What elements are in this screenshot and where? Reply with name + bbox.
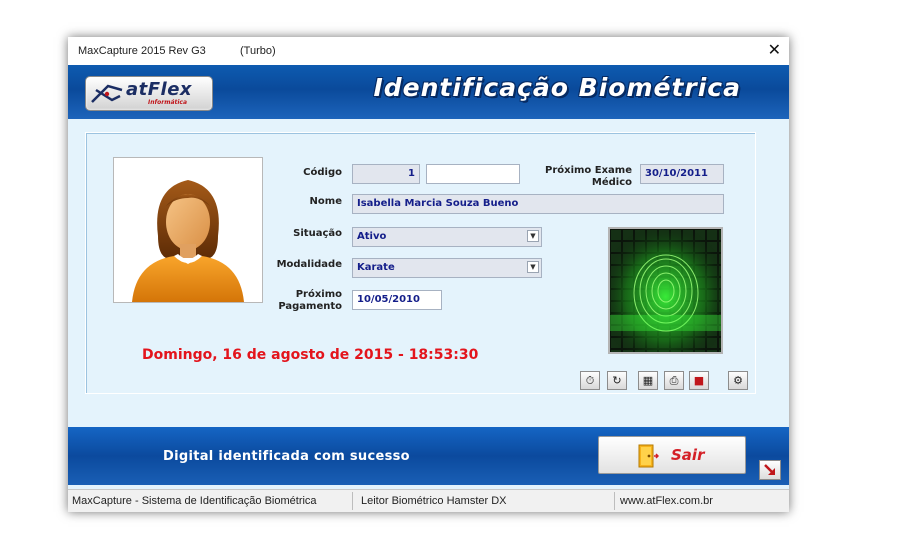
timer-icon: ⏱ [585, 374, 595, 387]
power-off-icon: ■ [693, 374, 705, 387]
identification-status-message: Digital identificada com sucesso [163, 449, 410, 464]
fingerprint-icon [610, 229, 721, 352]
chevron-down-icon[interactable]: ▼ [527, 261, 539, 273]
refresh-button[interactable]: ↻ [607, 371, 627, 390]
print-button[interactable]: ⎙ [664, 371, 684, 390]
power-off-button[interactable]: ■ [689, 371, 709, 390]
proximo-exame-label-line2: Médico [591, 177, 632, 188]
proximo-exame-label-line1: Próximo Exame [544, 165, 632, 176]
situacao-value: Ativo [357, 231, 387, 242]
proximo-pagamento-label-line2: Pagamento [278, 301, 342, 312]
settings-button[interactable]: ⚙ [728, 371, 748, 390]
situacao-select[interactable]: Ativo ▼ [352, 227, 542, 247]
status-band: Digital identificada com sucesso Sair [68, 427, 789, 485]
codigo-label: Código [303, 167, 342, 178]
codigo-field[interactable]: 1 [352, 164, 420, 184]
codigo-extra-field[interactable] [426, 164, 520, 184]
atflex-logo: atFlex Informática [85, 76, 213, 111]
logo-emblem-icon [91, 84, 123, 103]
window-mode: (Turbo) [240, 45, 276, 57]
proximo-pagamento-field[interactable]: 10/05/2010 [352, 290, 442, 310]
proximo-pagamento-label: Próximo Pagamento [266, 289, 342, 313]
exit-label: Sair [671, 446, 705, 464]
refresh-icon: ↻ [612, 374, 622, 387]
statusbar-website: www.atFlex.com.br [620, 495, 713, 507]
proximo-pagamento-label-line1: Próximo [295, 289, 342, 300]
logo-subtitle: Informática [148, 99, 188, 106]
chevron-down-icon[interactable]: ▼ [527, 230, 539, 242]
exit-button[interactable]: Sair [598, 436, 746, 474]
calculator-button[interactable]: ▦ [638, 371, 658, 390]
close-button[interactable]: ✕ [768, 40, 781, 60]
header-banner: atFlex Informática Identificação Biométr… [68, 65, 789, 119]
modalidade-select[interactable]: Karate ▼ [352, 258, 542, 278]
statusbar-system: MaxCapture - Sistema de Identificação Bi… [72, 495, 317, 507]
settings-icon: ⚙ [733, 374, 743, 387]
modalidade-value: Karate [357, 262, 395, 273]
situacao-label: Situação [293, 228, 342, 239]
statusbar-reader: Leitor Biométrico Hamster DX [361, 495, 507, 507]
title-bar: MaxCapture 2015 Rev G3 (Turbo) ✕ [68, 37, 789, 65]
nome-field[interactable]: Isabella Marcia Souza Bueno [352, 194, 724, 214]
arrow-down-right-icon [764, 464, 775, 475]
timer-button[interactable]: ⏱ [580, 371, 600, 390]
printer-icon: ⎙ [669, 374, 679, 387]
door-exit-icon [638, 444, 659, 468]
logo-text: atFlex [126, 79, 193, 100]
statusbar-divider [614, 492, 615, 510]
member-photo [113, 157, 263, 303]
app-window: MaxCapture 2015 Rev G3 (Turbo) ✕ atFlex … [68, 37, 789, 512]
fingerprint-preview [608, 227, 723, 354]
window-title: MaxCapture 2015 Rev G3 [78, 45, 206, 57]
proximo-exame-label: Próximo Exame Médico [530, 165, 632, 189]
identification-panel: Código 1 Próximo Exame Médico 30/10/2011… [85, 132, 756, 394]
proximo-exame-field[interactable]: 30/10/2011 [640, 164, 724, 184]
calculator-icon: ▦ [642, 374, 654, 387]
modalidade-label: Modalidade [276, 259, 342, 270]
nome-label: Nome [309, 196, 342, 207]
status-bar: MaxCapture - Sistema de Identificação Bi… [68, 489, 789, 512]
avatar-placeholder-icon [132, 180, 244, 302]
banner-title: Identificação Biométrica [373, 73, 741, 102]
minimize-to-tray-button[interactable] [759, 460, 781, 480]
statusbar-divider [352, 492, 353, 510]
current-datetime: Domingo, 16 de agosto de 2015 - 18:53:30 [142, 347, 479, 363]
